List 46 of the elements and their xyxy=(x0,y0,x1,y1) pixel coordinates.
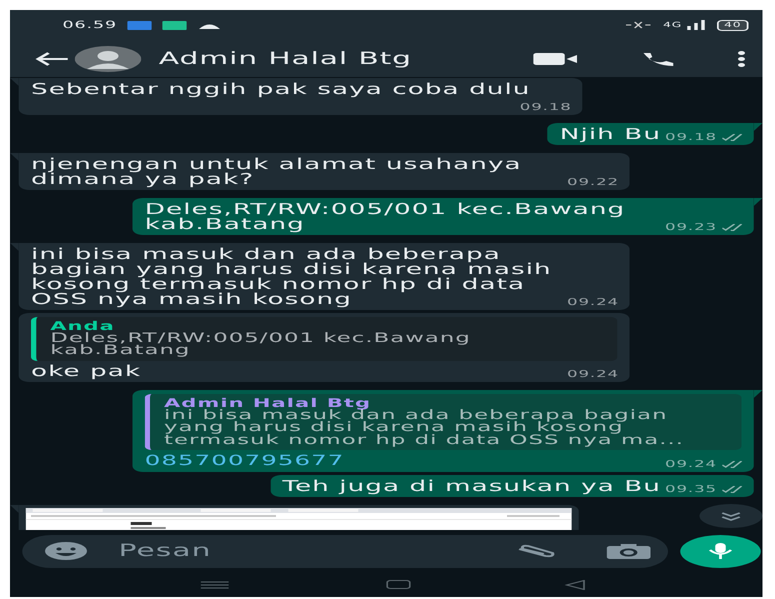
message-text: Sebentar nggih pak saya coba dulu xyxy=(31,80,531,98)
menu-icon xyxy=(738,50,745,66)
microphone-icon xyxy=(708,543,733,559)
message-time: 09.22 xyxy=(567,176,619,188)
video-camera-icon xyxy=(533,52,577,64)
quoted-text: Deles,RT/RW:005/001 kec.Bawang kab.Batang xyxy=(50,332,472,358)
message-time: 09.24 xyxy=(567,296,619,308)
back-button[interactable] xyxy=(34,52,70,66)
signal-icon xyxy=(686,20,707,30)
scroll-down-button[interactable] xyxy=(700,504,762,528)
notification-icon xyxy=(162,20,187,30)
double-chevron-icon xyxy=(720,512,742,520)
recents-button[interactable] xyxy=(200,580,229,588)
quoted-message[interactable]: Anda Deles,RT/RW:005/001 kec.Bawang kab.Batang xyxy=(31,316,618,360)
home-button[interactable] xyxy=(386,580,411,589)
message-time: 09.24 xyxy=(665,459,717,470)
message-time: 09.24 xyxy=(567,368,619,380)
message-text: Teh juga di masukan ya Bu xyxy=(282,477,661,495)
avatar-icon xyxy=(74,46,142,72)
message-time: 09.18 xyxy=(665,132,717,142)
quoted-author: Admin Halal Btg xyxy=(164,396,372,410)
video-call-button[interactable] xyxy=(533,52,577,64)
message-text: oke pak xyxy=(31,362,142,380)
back-arrow-icon xyxy=(34,52,70,66)
quoted-author: Anda xyxy=(50,320,115,332)
message-text: Deles,RT/RW:005/001 kec.Bawang kab.Batang xyxy=(144,200,626,232)
quoted-text: ini bisa masuk dan ada beberapa bagian yang harus disi karena masih kosong termasuk nomor hp di data OSS nya ma... xyxy=(164,410,686,447)
menu-button[interactable] xyxy=(738,50,745,66)
message-text: ini bisa masuk dan ada beberapa bagian yang harus disi karena masih kosong termasuk nomor hp di data OSS nya masih kosong xyxy=(31,244,552,308)
phone-link[interactable]: 085700795677 xyxy=(144,453,344,469)
message-time: 09.35 xyxy=(665,484,717,495)
notification-icon xyxy=(128,20,152,30)
message-input[interactable]: Pesan xyxy=(115,540,500,562)
message-time: 09.18 xyxy=(520,102,572,112)
camera-icon xyxy=(606,544,650,558)
triangle-icon xyxy=(564,580,586,590)
menu-icon xyxy=(200,580,229,588)
status-time: 06.59 xyxy=(62,20,117,30)
back-nav-button[interactable] xyxy=(564,580,586,590)
quoted-message[interactable]: Admin Halal Btg ini bisa masuk dan ada beberapa bagian yang harus disi karena masih kosong termasuk nomor hp di data OSS nya ma... xyxy=(144,394,742,450)
voice-message-button[interactable] xyxy=(680,534,761,568)
emoji-icon xyxy=(45,542,87,560)
message-text: njenengan untuk alamat usahanya dimana ya pak? xyxy=(31,154,522,188)
message-time: 09.23 xyxy=(665,222,717,232)
message-field[interactable]: Pesan xyxy=(22,534,668,568)
message-text: Njih Bu xyxy=(560,124,661,142)
